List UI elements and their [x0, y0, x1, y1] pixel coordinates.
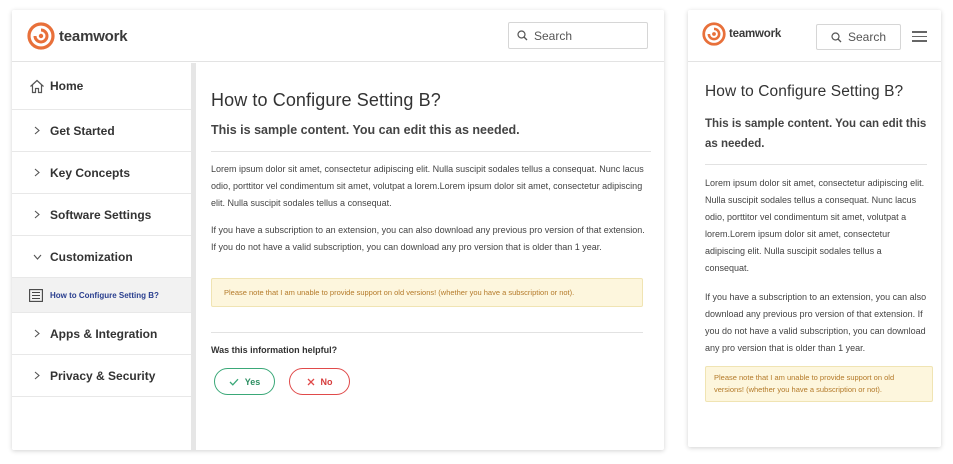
logo[interactable]: teamwork	[27, 22, 128, 50]
sidebar-item-label: Get Started	[50, 123, 115, 138]
sidebar-item-home[interactable]: Home	[12, 63, 191, 110]
page-title: How to Configure Setting B?	[705, 83, 904, 100]
brand-name: teamwork	[729, 28, 782, 40]
sidebar-item-get-started[interactable]: Get Started	[12, 110, 191, 152]
page-title: How to Configure Setting B?	[211, 90, 441, 110]
article: How to Configure Setting B? This is samp…	[211, 63, 651, 355]
brand-name: teamwork	[59, 27, 128, 45]
chevron-down-icon	[27, 254, 47, 260]
sidebar-item-label: Privacy & Security	[50, 368, 156, 383]
sidebar-item-customization[interactable]: Customization	[12, 236, 191, 278]
paragraph: If you have a subscription to an extensi…	[211, 225, 645, 252]
divider	[211, 151, 651, 152]
chevron-right-icon	[27, 168, 47, 177]
chevron-right-icon	[27, 126, 47, 135]
chevron-right-icon	[27, 371, 47, 380]
logo[interactable]: teamwork	[702, 22, 781, 46]
document-icon	[26, 288, 46, 302]
page-subtitle: This is sample content. You can edit thi…	[705, 118, 927, 150]
warning-note: Please note that I am unable to provide …	[705, 366, 933, 402]
no-label: No	[320, 376, 333, 387]
sidebar-divider	[191, 63, 196, 450]
divider	[211, 332, 643, 333]
search-icon	[831, 31, 842, 43]
sidebar-item-apps-integration[interactable]: Apps & Integration	[12, 313, 191, 355]
chevron-right-icon	[27, 210, 47, 219]
sidebar-item-privacy-security[interactable]: Privacy & Security	[12, 355, 191, 397]
search-icon	[517, 30, 528, 41]
sidebar-item-label: Key Concepts	[50, 165, 131, 180]
check-icon	[229, 378, 239, 386]
sidebar-item-label: Home	[50, 79, 84, 93]
sidebar: Home Get Started Key Concepts Software S…	[12, 63, 196, 450]
hamburger-menu-icon[interactable]	[912, 31, 927, 42]
teamwork-logo-icon	[27, 22, 55, 50]
home-icon	[27, 79, 47, 94]
search-label: Search	[848, 30, 887, 44]
paragraph: If you have a subscription to an extensi…	[705, 292, 927, 353]
mobile-view: teamwork Search How to Configure Setting…	[688, 10, 941, 447]
sidebar-item-software-settings[interactable]: Software Settings	[12, 194, 191, 236]
sidebar-item-label: Customization	[50, 249, 133, 264]
sidebar-item-label: How to Configure Setting B?	[50, 290, 159, 300]
yes-button[interactable]: Yes	[214, 368, 275, 395]
search-input[interactable]: Search	[508, 22, 648, 49]
warning-note: Please note that I am unable to provide …	[211, 278, 643, 307]
paragraph: Lorem ipsum dolor sit amet, consectetur …	[211, 164, 644, 208]
no-button[interactable]: No	[289, 368, 350, 395]
desktop-view: teamwork Search Home Get Started Key Con…	[12, 10, 664, 450]
header: teamwork Search	[688, 10, 941, 62]
paragraph: Lorem ipsum dolor sit amet, consectetur …	[705, 178, 925, 273]
sidebar-item-configure-setting-b[interactable]: How to Configure Setting B?	[12, 278, 191, 313]
teamwork-logo-icon	[702, 22, 726, 46]
search-label: Search	[534, 28, 573, 43]
search-input[interactable]: Search	[816, 24, 901, 50]
divider	[705, 164, 927, 165]
header: teamwork Search	[12, 10, 664, 62]
feedback-question: Was this information helpful?	[211, 345, 338, 355]
close-icon	[307, 378, 315, 386]
sidebar-item-label: Software Settings	[50, 207, 152, 222]
article: How to Configure Setting B? This is samp…	[705, 62, 933, 402]
page-subtitle: This is sample content. You can edit thi…	[211, 123, 520, 137]
sidebar-item-key-concepts[interactable]: Key Concepts	[12, 152, 191, 194]
sidebar-item-label: Apps & Integration	[50, 326, 158, 341]
yes-label: Yes	[244, 376, 261, 387]
chevron-right-icon	[27, 329, 47, 338]
